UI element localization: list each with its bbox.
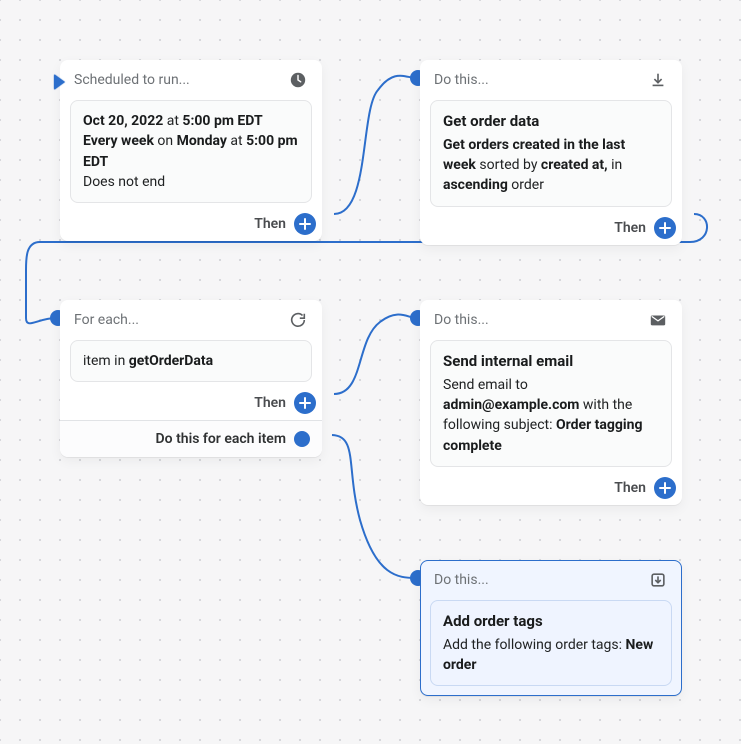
schedule-time: 5:00 pm EDT	[182, 113, 262, 129]
schedule-date: Oct 20, 2022	[83, 113, 163, 129]
then-label: Then	[614, 480, 646, 496]
add-step-button[interactable]	[294, 213, 316, 235]
email-address: admin@example.com	[443, 397, 579, 413]
card-header-label: Do this...	[434, 572, 640, 588]
then-label: Then	[614, 220, 646, 236]
mail-icon	[648, 310, 668, 330]
schedule-day: Monday	[177, 133, 227, 149]
node-get-order-data[interactable]: Do this... Get order data Get orders cre…	[420, 60, 682, 245]
card-header-label: For each...	[74, 312, 280, 328]
card-header: For each...	[60, 300, 322, 340]
card-header: Do this...	[420, 560, 682, 600]
add-step-button[interactable]	[294, 392, 316, 414]
card-header: Do this...	[420, 300, 682, 340]
card-header-label: Do this...	[434, 72, 640, 88]
refresh-icon	[288, 310, 308, 330]
card-footer: Then	[420, 217, 682, 245]
foreach-footer: Do this for each item	[60, 420, 322, 457]
action-title: Get order data	[443, 111, 659, 133]
action-title: Add order tags	[443, 611, 659, 633]
card-body: Add order tags Add the following order t…	[430, 600, 672, 686]
connector-dot	[294, 431, 310, 447]
then-label: Then	[254, 395, 286, 411]
import-icon	[648, 570, 668, 590]
play-icon	[54, 74, 65, 90]
card-header: Scheduled to run...	[60, 60, 322, 100]
node-send-email[interactable]: Do this... Send internal email Send emai…	[420, 300, 682, 505]
card-header-label: Do this...	[434, 312, 640, 328]
download-icon	[648, 70, 668, 90]
card-body: Oct 20, 2022 at 5:00 pm EDT Every week o…	[70, 100, 312, 203]
node-for-each[interactable]: For each... item in getOrderData Then Do…	[60, 300, 322, 457]
schedule-end: Does not end	[83, 172, 299, 192]
foreach-footer-label: Do this for each item	[156, 431, 286, 447]
add-step-button[interactable]	[654, 217, 676, 239]
card-header-label: Scheduled to run...	[74, 72, 280, 88]
add-step-button[interactable]	[654, 477, 676, 499]
card-body: item in getOrderData	[70, 340, 312, 382]
card-footer: Then	[60, 213, 322, 241]
node-add-order-tags[interactable]: Do this... Add order tags Add the follow…	[420, 560, 682, 696]
node-schedule[interactable]: Scheduled to run... Oct 20, 2022 at 5:00…	[60, 60, 322, 241]
card-footer: Then	[420, 477, 682, 505]
card-body: Send internal email Send email to admin@…	[430, 340, 672, 467]
schedule-frequency: Every week	[83, 133, 154, 149]
card-header: Do this...	[420, 60, 682, 100]
foreach-source: getOrderData	[129, 353, 213, 369]
card-body: Get order data Get orders created in the…	[430, 100, 672, 207]
action-title: Send internal email	[443, 351, 659, 373]
then-label: Then	[254, 216, 286, 232]
card-footer: Then	[60, 392, 322, 420]
clock-icon	[288, 70, 308, 90]
